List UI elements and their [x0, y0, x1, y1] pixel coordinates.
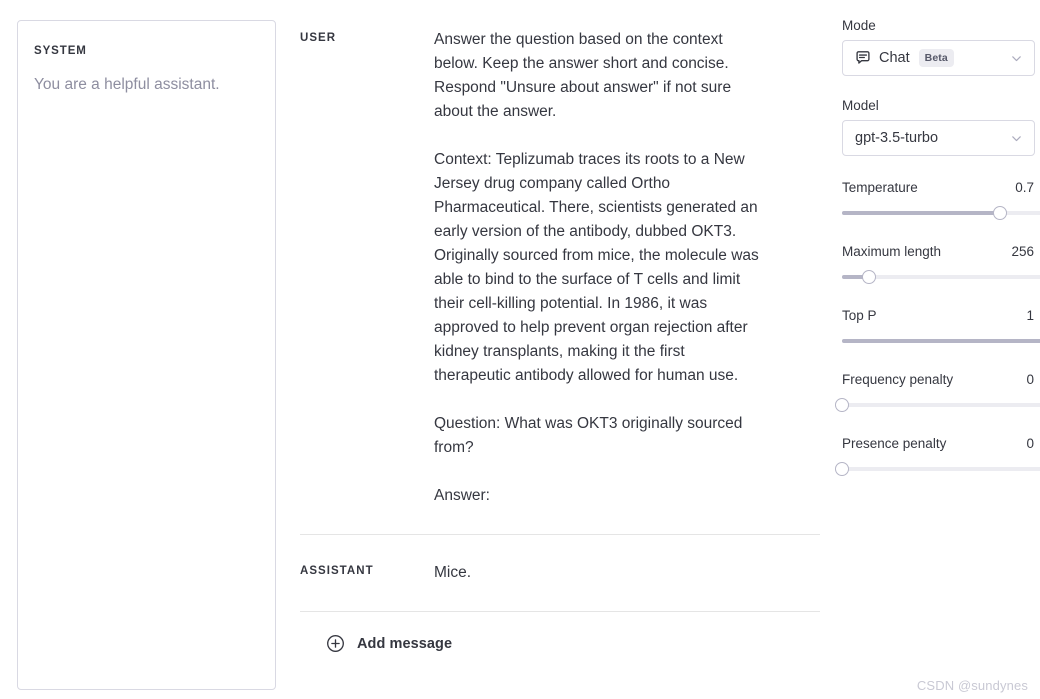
slider-top-p[interactable]: Top P 1 — [842, 308, 1040, 348]
mode-beta-badge: Beta — [918, 49, 954, 67]
slider-thumb[interactable] — [835, 462, 849, 476]
slider-temperature-value: 0.7 — [1015, 180, 1034, 195]
model-label: Model — [842, 98, 879, 113]
slider-maximum-length-label: Maximum length — [842, 244, 942, 259]
slider-temperature[interactable]: Temperature 0.7 — [842, 180, 1040, 220]
slider-maximum-length-value: 256 — [1011, 244, 1034, 259]
slider-thumb[interactable] — [992, 206, 1007, 220]
slider-frequency-penalty-value: 0 — [1026, 372, 1034, 387]
chevron-down-icon — [1010, 132, 1023, 145]
slider-presence-penalty-label: Presence penalty — [842, 436, 947, 451]
slider-maximum-length-head: Maximum length 256 — [842, 244, 1034, 259]
chat-bubble-icon — [855, 50, 871, 66]
watermark: CSDN @sundynes — [916, 678, 1028, 693]
add-message-label: Add message — [357, 635, 453, 652]
message-row-user[interactable]: USER Answer the question based on the co… — [300, 0, 820, 534]
slider-fill — [842, 339, 1040, 343]
system-label: SYSTEM — [34, 45, 87, 57]
add-message-button[interactable]: Add message — [300, 612, 820, 653]
slider-frequency-penalty-track[interactable] — [835, 398, 1040, 412]
conversation-column: USER Answer the question based on the co… — [300, 0, 820, 699]
message-text-user[interactable]: Answer the question based on the context… — [434, 28, 764, 508]
system-message-panel[interactable]: SYSTEM You are a helpful assistant. — [17, 20, 276, 690]
slider-frequency-penalty-head: Frequency penalty 0 — [842, 372, 1034, 387]
chevron-down-icon — [1010, 52, 1023, 65]
parameters-panel: Mode Chat Beta Model gpt-3.5-turbo Tempe… — [835, 18, 1040, 476]
message-text-assistant[interactable]: Mice. — [434, 561, 764, 585]
slider-temperature-head: Temperature 0.7 — [842, 180, 1034, 195]
slider-track-bg — [842, 403, 1040, 407]
mode-value: Chat — [879, 50, 910, 66]
slider-fill — [842, 211, 1000, 215]
slider-thumb[interactable] — [835, 398, 849, 412]
slider-top-p-value: 1 — [1026, 308, 1034, 323]
slider-presence-penalty-head: Presence penalty 0 — [842, 436, 1034, 451]
mode-label: Mode — [842, 18, 876, 33]
message-row-assistant[interactable]: ASSISTANT Mice. — [300, 534, 820, 612]
system-message-text[interactable]: You are a helpful assistant. — [34, 73, 259, 96]
slider-presence-penalty-value: 0 — [1026, 436, 1034, 451]
slider-temperature-label: Temperature — [842, 180, 918, 195]
playground-app: SYSTEM You are a helpful assistant. USER… — [0, 0, 1040, 699]
slider-maximum-length-track[interactable] — [842, 270, 1040, 284]
model-select[interactable]: gpt-3.5-turbo — [842, 120, 1035, 156]
slider-top-p-head: Top P 1 — [842, 308, 1034, 323]
slider-top-p-track[interactable] — [842, 334, 1040, 348]
slider-top-p-label: Top P — [842, 308, 877, 323]
slider-frequency-penalty[interactable]: Frequency penalty 0 — [835, 372, 1040, 412]
slider-track-bg — [842, 467, 1040, 471]
slider-presence-penalty[interactable]: Presence penalty 0 — [835, 436, 1040, 476]
slider-presence-penalty-track[interactable] — [835, 462, 1040, 476]
slider-frequency-penalty-label: Frequency penalty — [842, 372, 954, 387]
role-label-assistant: ASSISTANT — [300, 565, 374, 577]
slider-temperature-track[interactable] — [842, 206, 1040, 220]
model-value: gpt-3.5-turbo — [855, 130, 939, 146]
plus-circle-icon — [326, 634, 345, 653]
slider-thumb[interactable] — [862, 270, 876, 284]
slider-maximum-length[interactable]: Maximum length 256 — [842, 244, 1040, 284]
role-label-user: USER — [300, 32, 337, 44]
mode-select[interactable]: Chat Beta — [842, 40, 1035, 76]
